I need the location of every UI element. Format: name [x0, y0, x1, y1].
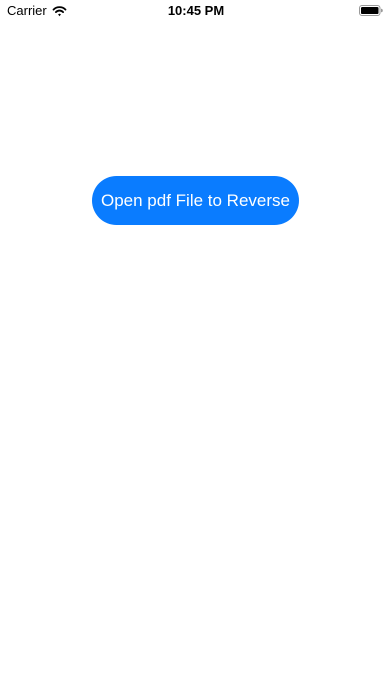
status-time: 10:45 PM: [167, 3, 225, 18]
battery-icon: [359, 5, 383, 16]
status-bar: Carrier 10:45 PM: [0, 0, 392, 22]
open-pdf-button[interactable]: Open pdf File to Reverse: [92, 176, 299, 225]
